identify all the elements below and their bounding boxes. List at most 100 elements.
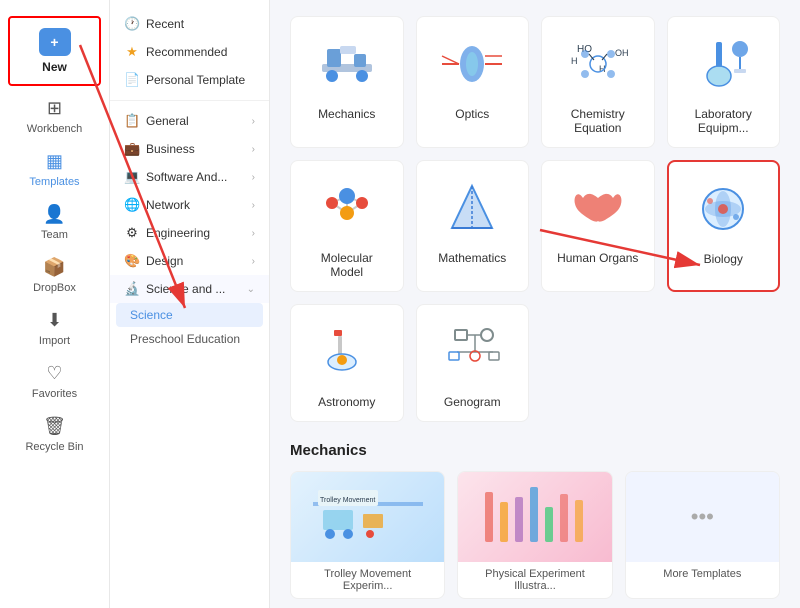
recycle-icon: 🗑 [43, 416, 66, 437]
bottom-card-physical[interactable]: Physical Experiment Illustra... [457, 471, 612, 599]
bottom-card-more[interactable]: ••• More Templates [625, 471, 780, 599]
sidebar-label-dropbox: DropBox [33, 282, 76, 294]
laboratory-label: Laboratory Equipm... [680, 107, 768, 135]
left-sidebar: + New ⊞ Workbench ▦ Templates 👤 Team 📦 D… [0, 0, 110, 608]
science-sub-item[interactable]: Science [116, 303, 263, 327]
personal-label: Personal Template [146, 73, 245, 87]
engineering-arrow: › [252, 228, 255, 239]
dropbox-icon: 📦 [43, 257, 65, 278]
template-molecular[interactable]: Molecular Model [290, 160, 404, 292]
more-thumb: ••• [626, 472, 779, 562]
sidebar-label-import: Import [39, 335, 70, 347]
sidebar-item-team[interactable]: 👤 Team [0, 196, 109, 249]
recommended-icon: ★ [124, 44, 140, 60]
template-optics[interactable]: Optics [416, 16, 530, 148]
recommended-item[interactable]: ★ Recommended [110, 38, 269, 66]
recent-label: Recent [146, 17, 184, 31]
molecular-label: Molecular Model [303, 251, 391, 279]
sidebar-item-workbench[interactable]: ⊞ Workbench [0, 90, 109, 143]
general-arrow: › [252, 116, 255, 127]
preschool-item[interactable]: Preschool Education [110, 327, 269, 351]
sidebar-item-import[interactable]: ⬇ Import [0, 302, 109, 355]
new-icon: + [39, 28, 71, 56]
import-icon: ⬇ [47, 310, 62, 331]
engineering-category[interactable]: ⚙ Engineering › [110, 219, 269, 247]
template-mechanics[interactable]: Mechanics [290, 16, 404, 148]
workbench-icon: ⊞ [47, 98, 62, 119]
software-label: Software And... [146, 170, 227, 184]
network-icon: 🌐 [124, 197, 140, 213]
chemistry-label: Chemistry Equation [554, 107, 642, 135]
sidebar-label-favorites: Favorites [32, 388, 77, 400]
sidebar-label-templates: Templates [29, 176, 79, 188]
business-icon: 💼 [124, 141, 140, 157]
recent-icon: 🕐 [124, 16, 140, 32]
design-arrow: › [252, 256, 255, 267]
trolley-label: Trolley Movement Experim... [291, 562, 444, 598]
template-laboratory[interactable]: Laboratory Equipm... [667, 16, 781, 148]
astronomy-thumb [307, 317, 387, 387]
sidebar-label-team: Team [41, 229, 68, 241]
new-button-wrapper: + New [8, 16, 101, 86]
software-category[interactable]: 💻 Software And... › [110, 163, 269, 191]
human-organs-label: Human Organs [557, 251, 638, 265]
template-biology[interactable]: Biology [667, 160, 781, 292]
favorites-icon: ♡ [46, 363, 62, 384]
biology-thumb [683, 174, 763, 244]
design-icon: 🎨 [124, 253, 140, 269]
science-sub-label: Science [130, 308, 173, 322]
more-dots-icon: ••• [691, 504, 714, 530]
genogram-label: Genogram [444, 395, 501, 409]
template-human-organs[interactable]: Human Organs [541, 160, 655, 292]
software-icon: 💻 [124, 169, 140, 185]
general-icon: 📋 [124, 113, 140, 129]
general-category[interactable]: 📋 General › [110, 107, 269, 135]
science-arrow: ⌄ [247, 284, 255, 295]
optics-thumb [432, 29, 512, 99]
category-sidebar: 🕐 Recent ★ Recommended 📄 Personal Templa… [110, 0, 270, 608]
astronomy-label: Astronomy [318, 395, 375, 409]
recent-item[interactable]: 🕐 Recent [110, 10, 269, 38]
optics-label: Optics [455, 107, 489, 121]
bottom-cards-grid: Trolley Movement Trolley Movement Experi… [290, 471, 780, 599]
sidebar-label-recycle: Recycle Bin [25, 441, 83, 453]
engineering-icon: ⚙ [124, 225, 140, 241]
template-chemistry[interactable]: HO H OH H Chemistry Equation [541, 16, 655, 148]
science-category[interactable]: 🔬 Science and ... ⌄ [110, 275, 269, 303]
business-label: Business [146, 142, 195, 156]
network-label: Network [146, 198, 190, 212]
science-label: Science and ... [146, 282, 225, 296]
molecular-thumb [307, 173, 387, 243]
engineering-label: Engineering [146, 226, 210, 240]
sidebar-item-recycle[interactable]: 🗑 Recycle Bin [0, 408, 109, 461]
design-label: Design [146, 254, 183, 268]
network-arrow: › [252, 200, 255, 211]
network-category[interactable]: 🌐 Network › [110, 191, 269, 219]
svg-text:H: H [571, 56, 578, 66]
sidebar-item-dropbox[interactable]: 📦 DropBox [0, 249, 109, 302]
preschool-label: Preschool Education [130, 332, 240, 346]
bottom-section-title: Mechanics [290, 442, 780, 459]
mechanics-thumb [307, 29, 387, 99]
sidebar-item-favorites[interactable]: ♡ Favorites [0, 355, 109, 408]
more-label: More Templates [626, 562, 779, 586]
svg-text:OH: OH [615, 48, 629, 58]
sidebar-label-workbench: Workbench [27, 123, 82, 135]
new-button[interactable]: + New [12, 20, 97, 82]
general-label: General [146, 114, 189, 128]
physical-label: Physical Experiment Illustra... [458, 562, 611, 598]
business-category[interactable]: 💼 Business › [110, 135, 269, 163]
template-astronomy[interactable]: Astronomy [290, 304, 404, 422]
design-category[interactable]: 🎨 Design › [110, 247, 269, 275]
divider-1 [110, 100, 269, 101]
template-genogram[interactable]: Genogram [416, 304, 530, 422]
mechanics-label: Mechanics [318, 107, 375, 121]
personal-template-item[interactable]: 📄 Personal Template [110, 66, 269, 94]
bottom-card-trolley[interactable]: Trolley Movement Trolley Movement Experi… [290, 471, 445, 599]
sidebar-item-templates[interactable]: ▦ Templates [0, 143, 109, 196]
biology-label: Biology [704, 252, 743, 266]
software-arrow: › [252, 172, 255, 183]
svg-text:Trolley Movement: Trolley Movement [320, 497, 375, 504]
new-label: New [42, 60, 67, 74]
template-mathematics[interactable]: Mathematics [416, 160, 530, 292]
